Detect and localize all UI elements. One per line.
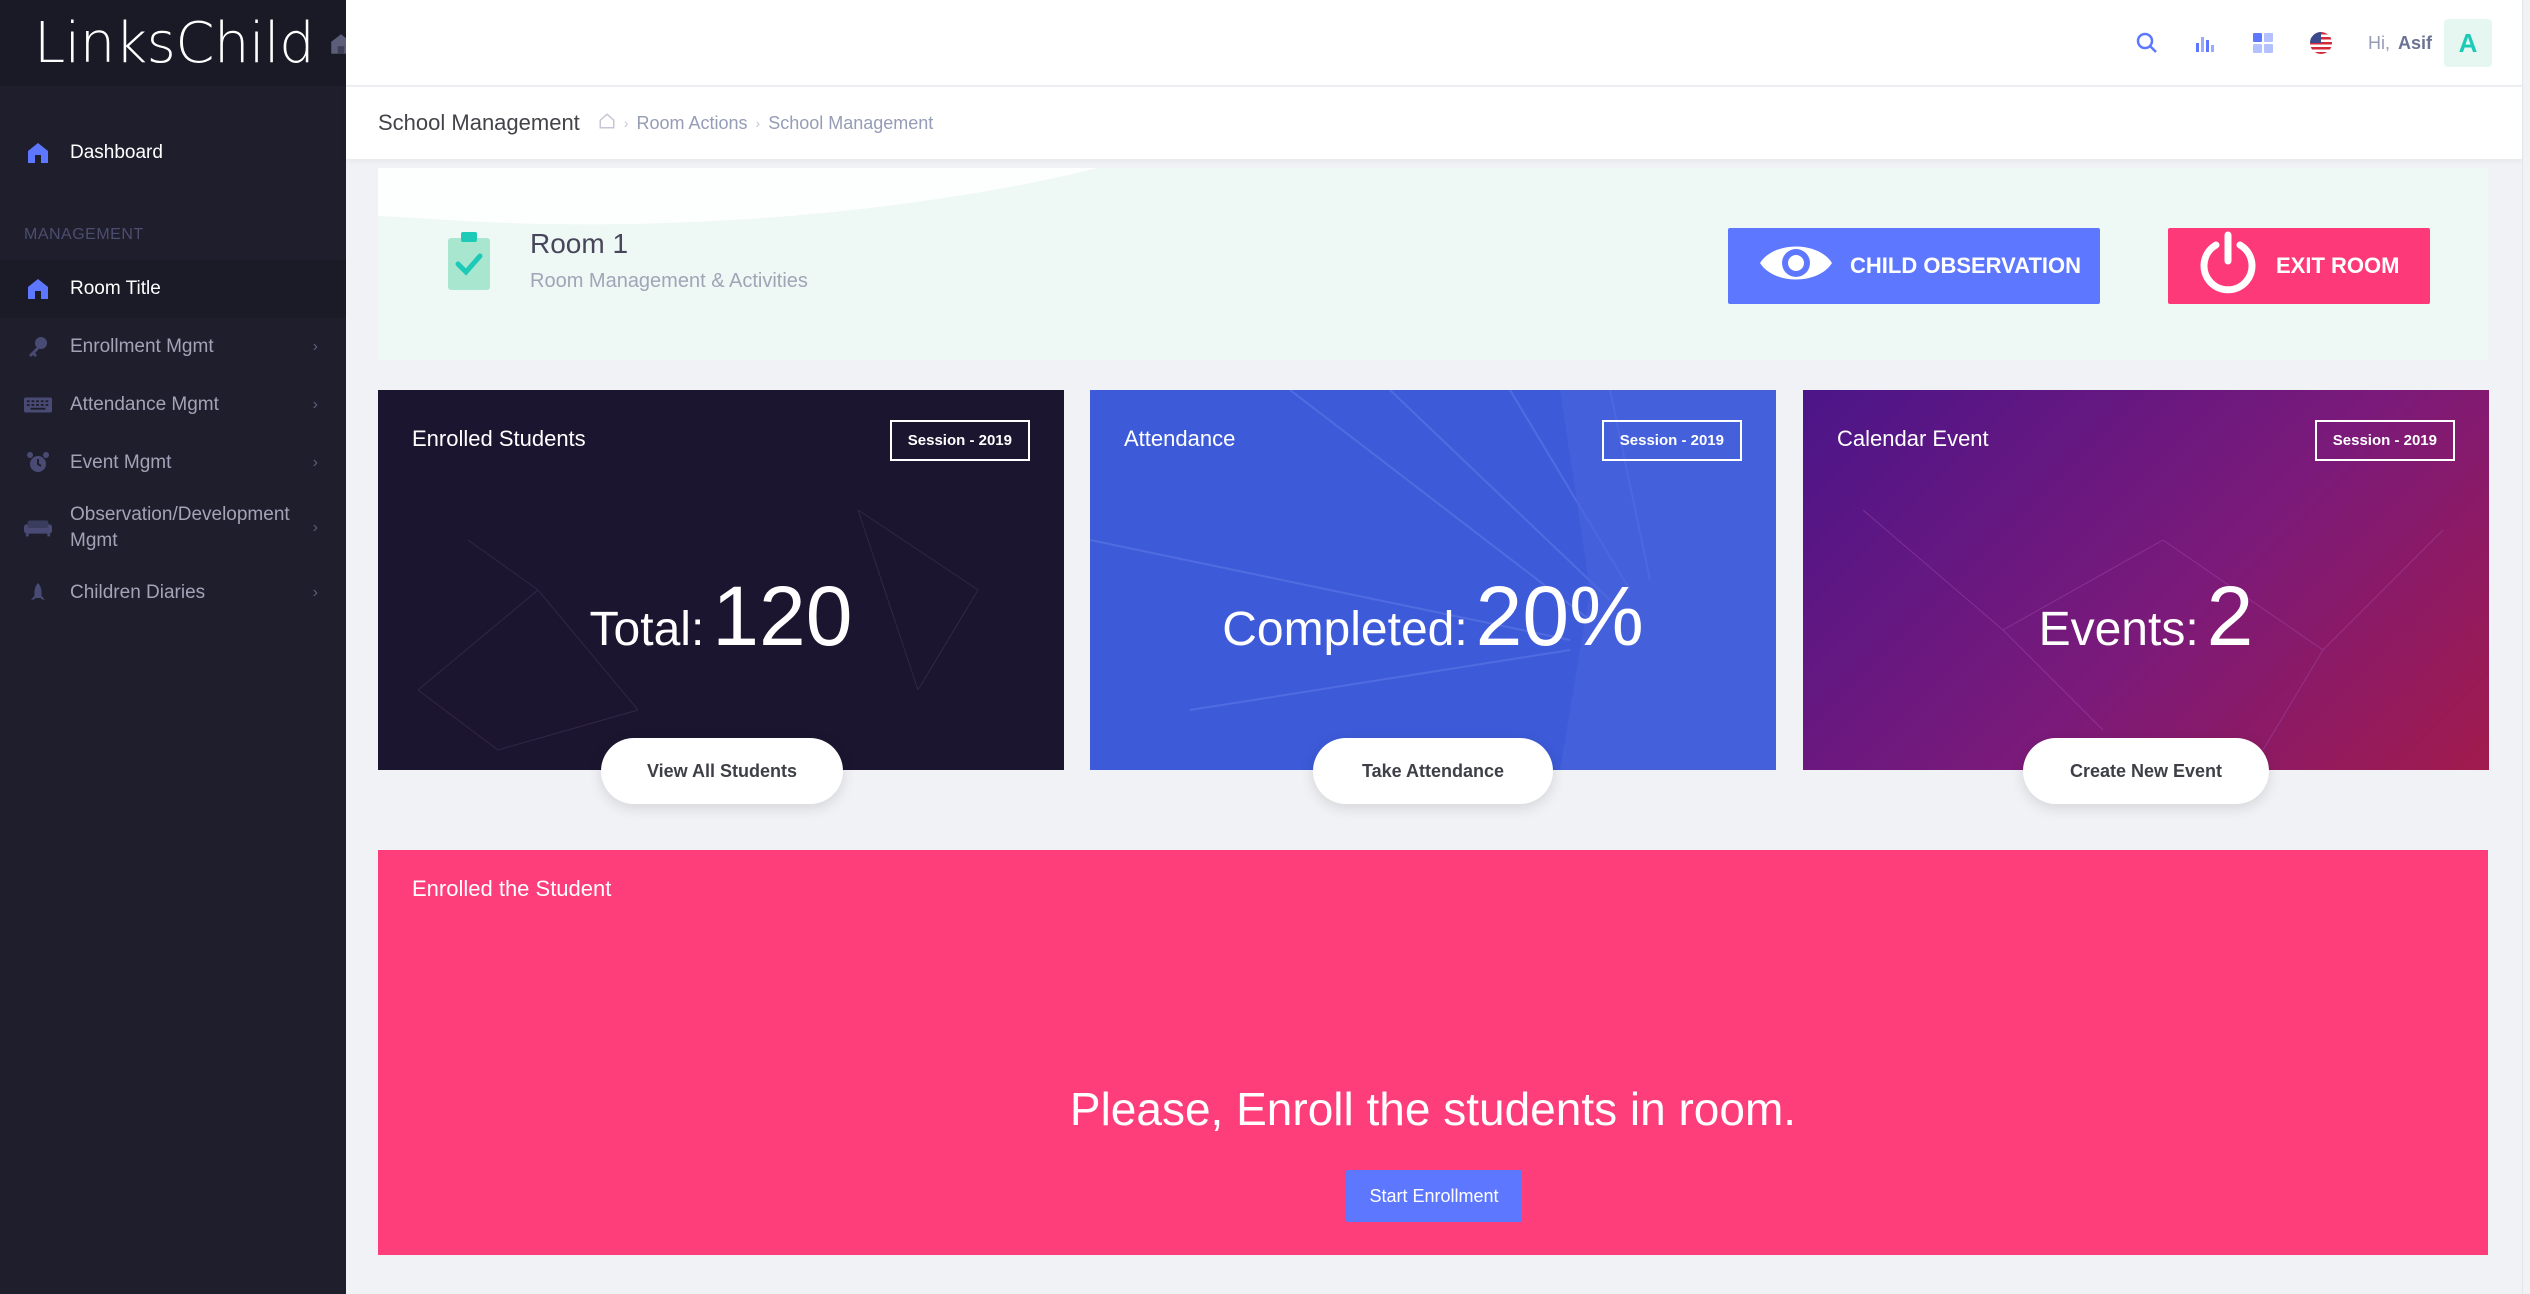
attendance-card: Attendance Session - 2019 Completed:20%: [1090, 390, 1776, 770]
chevron-right-icon: ›: [312, 584, 318, 601]
sidebar-item-observation[interactable]: Observation/Development Mgmt ›: [0, 492, 346, 564]
clipboard-check-icon: [446, 230, 492, 297]
stat-label: Completed:: [1222, 603, 1468, 656]
stat-label: Total:: [589, 603, 705, 656]
session-badge: Session - 2019: [1601, 420, 1742, 461]
sidebar: LinksChild Dashboard MANAGEMENT Room Tit…: [0, 0, 351, 1294]
create-new-event-button[interactable]: Create New Event: [2023, 738, 2269, 804]
sidebar-item-label: Children Diaries: [70, 582, 206, 603]
sidebar-item-diaries[interactable]: Children Diaries ›: [0, 564, 346, 622]
rocket-icon: [24, 579, 52, 607]
brand-logo-text: LinksChild: [34, 10, 315, 76]
breadcrumb: › Room Actions › School Management: [598, 112, 933, 135]
room-subtitle: Room Management & Activities: [530, 270, 808, 292]
take-attendance-button[interactable]: Take Attendance: [1313, 738, 1553, 804]
topbar-actions: Hi, Asif A: [2118, 18, 2492, 68]
home-icon: [24, 139, 52, 167]
chevron-right-icon: ›: [312, 519, 318, 536]
sidebar-section-label: MANAGEMENT: [24, 226, 144, 243]
keyboard-icon: [24, 391, 52, 419]
card-stat: Events:2: [1803, 568, 2489, 665]
room-title: Room 1: [530, 228, 629, 259]
room-banner: Room 1 Room Management & Activities CHIL…: [378, 168, 2488, 360]
panel-title: Enrolled the Student: [412, 876, 612, 901]
sidebar-item-room-title[interactable]: Room Title: [0, 260, 346, 318]
home-icon[interactable]: [598, 112, 616, 135]
sidebar-item-dashboard[interactable]: Dashboard: [0, 124, 346, 182]
view-all-students-button[interactable]: View All Students: [601, 738, 843, 804]
card-stat: Total:120: [378, 568, 1064, 665]
card-title: Enrolled Students: [412, 426, 586, 451]
key-icon: [24, 333, 52, 361]
card-title: Calendar Event: [1837, 426, 1989, 451]
avatar[interactable]: A: [2444, 19, 2492, 67]
alarm-icon: [24, 449, 52, 477]
session-badge: Session - 2019: [889, 420, 1030, 461]
exit-room-label: EXIT ROOM: [2276, 253, 2400, 278]
sofa-icon: [24, 514, 52, 542]
search-icon[interactable]: [2118, 18, 2176, 68]
topbar: Hi, Asif A: [346, 0, 2522, 86]
power-icon: [2196, 231, 2260, 301]
sidebar-item-attendance[interactable]: Attendance Mgmt ›: [0, 376, 346, 434]
chevron-right-icon: ›: [312, 338, 318, 355]
brand[interactable]: LinksChild: [0, 0, 351, 86]
session-badge: Session - 2019: [2314, 420, 2455, 461]
greeting-text: Hi,: [2367, 32, 2390, 53]
stat-value: 2: [2206, 569, 2254, 663]
child-observation-label: CHILD OBSERVATION: [1850, 253, 2082, 278]
breadcrumb-separator: ›: [755, 115, 761, 131]
sidebar-item-enrollment[interactable]: Enrollment Mgmt ›: [0, 318, 346, 376]
stat-label: Events:: [2038, 603, 2199, 656]
card-stat: Completed:20%: [1090, 568, 1776, 665]
sidebar-item-label: Event Mgmt: [70, 452, 172, 473]
breadcrumb-item[interactable]: School Management: [768, 113, 933, 134]
calendar-event-card: Calendar Event Session - 2019 Events:2: [1803, 390, 2489, 770]
card-title: Attendance: [1124, 426, 1236, 451]
chart-bar-icon[interactable]: [2176, 18, 2234, 68]
sidebar-item-label: Attendance Mgmt: [70, 394, 219, 415]
breadcrumb-item[interactable]: Room Actions: [636, 113, 747, 134]
enroll-message: Please, Enroll the students in room.: [1069, 1083, 1797, 1135]
eye-icon: [1758, 237, 1834, 295]
sidebar-item-label: Room Title: [70, 278, 161, 299]
us-flag-icon[interactable]: [2292, 18, 2350, 68]
stat-value: 20%: [1475, 569, 1644, 663]
enrolled-students-card: Enrolled Students Session - 2019 Total:1…: [378, 390, 1064, 770]
apps-grid-icon[interactable]: [2234, 18, 2292, 68]
start-enrollment-button[interactable]: Start Enrollment: [1346, 1170, 1522, 1222]
enroll-student-panel: Enrolled the Student Please, Enroll the …: [378, 850, 2488, 1255]
subheader: School Management › Room Actions › Schoo…: [346, 87, 2522, 159]
chevron-right-icon: ›: [312, 396, 318, 413]
sidebar-item-label: Enrollment Mgmt: [70, 336, 214, 357]
page-title: School Management: [378, 110, 580, 135]
sidebar-item-label: Dashboard: [70, 142, 163, 163]
home-icon: [24, 275, 52, 303]
sidebar-item-event[interactable]: Event Mgmt ›: [0, 434, 346, 492]
breadcrumb-separator: ›: [623, 115, 629, 131]
sidebar-item-label: Observation/Development Mgmt: [70, 504, 290, 551]
stat-value: 120: [712, 569, 853, 663]
exit-room-button[interactable]: EXIT ROOM: [2168, 228, 2430, 304]
child-observation-button[interactable]: CHILD OBSERVATION: [1728, 228, 2100, 304]
scrollbar[interactable]: [2522, 0, 2530, 1294]
user-name[interactable]: Asif: [2398, 33, 2432, 54]
chevron-right-icon: ›: [312, 454, 318, 471]
